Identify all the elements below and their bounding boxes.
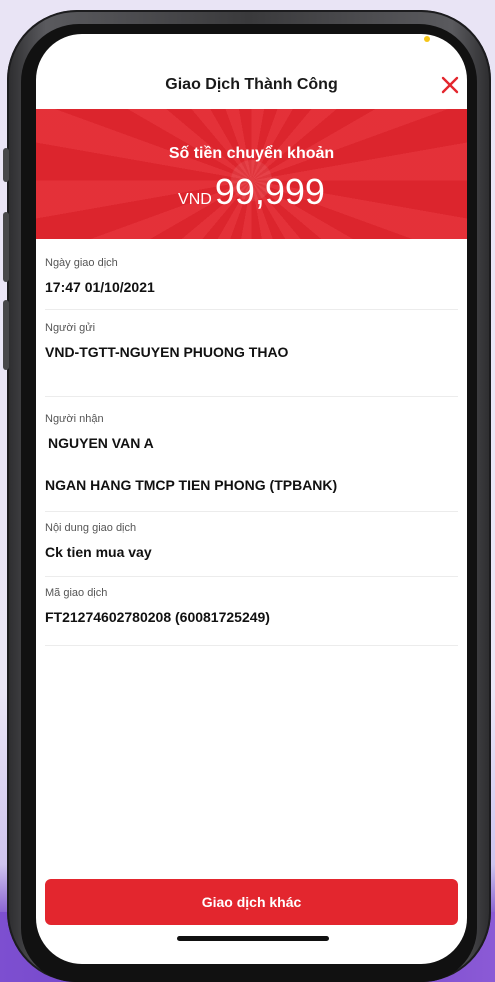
recipient-label: Người nhận bbox=[45, 413, 104, 425]
detail-row-date: Ngày giao dịch 17:47 01/10/2021 bbox=[45, 239, 458, 310]
amount-label: Số tiền chuyển khoản bbox=[168, 145, 335, 162]
sender-label: Người gửi bbox=[45, 322, 96, 334]
transaction-id-value: FT21274602780208 (60081725249) bbox=[45, 609, 270, 625]
camera-indicator-dot bbox=[424, 36, 430, 42]
detail-row-content: Nội dung giao dịch Ck tien mua vay bbox=[45, 512, 458, 577]
amount-banner: Số tiền chuyển khoản VND 99,999 bbox=[36, 109, 467, 239]
other-transaction-button[interactable]: Giao dịch khác bbox=[45, 879, 458, 925]
currency-code: VND bbox=[178, 191, 212, 208]
recipient-name: NGUYEN VAN A bbox=[48, 435, 154, 451]
transaction-id-label: Mã giao dịch bbox=[45, 587, 108, 599]
mute-switch bbox=[3, 148, 9, 182]
detail-row-transaction-id: Mã giao dịch FT21274602780208 (600817252… bbox=[45, 577, 458, 646]
date-value: 17:47 01/10/2021 bbox=[45, 279, 155, 295]
detail-row-recipient: Người nhận NGUYEN VAN A NGAN HANG TMCP T… bbox=[45, 397, 458, 512]
volume-up-button bbox=[3, 212, 9, 282]
header: Giao Dịch Thành Công bbox=[36, 64, 467, 112]
page-title: Giao Dịch Thành Công bbox=[165, 76, 338, 93]
recipient-bank: NGAN HANG TMCP TIEN PHONG (TPBANK) bbox=[45, 477, 338, 493]
amount-display: VND 99,999 bbox=[36, 171, 467, 213]
home-indicator[interactable] bbox=[177, 936, 329, 941]
volume-down-button bbox=[3, 300, 9, 370]
date-label: Ngày giao dịch bbox=[45, 257, 118, 269]
sender-value: VND-TGTT-NGUYEN PHUONG THAO bbox=[45, 344, 289, 360]
close-button[interactable] bbox=[437, 72, 463, 98]
content-value: Ck tien mua vay bbox=[45, 544, 152, 560]
close-icon bbox=[441, 76, 459, 94]
detail-row-sender: Người gửi VND-TGTT-NGUYEN PHUONG THAO bbox=[45, 310, 458, 397]
content-label: Nội dung giao dịch bbox=[45, 522, 137, 534]
app-screen: Giao Dịch Thành Công Số tiền chuyển khoả… bbox=[36, 34, 467, 964]
transaction-details: Ngày giao dịch 17:47 01/10/2021 Người gử… bbox=[45, 239, 458, 646]
amount-value: 99,999 bbox=[214, 171, 325, 212]
